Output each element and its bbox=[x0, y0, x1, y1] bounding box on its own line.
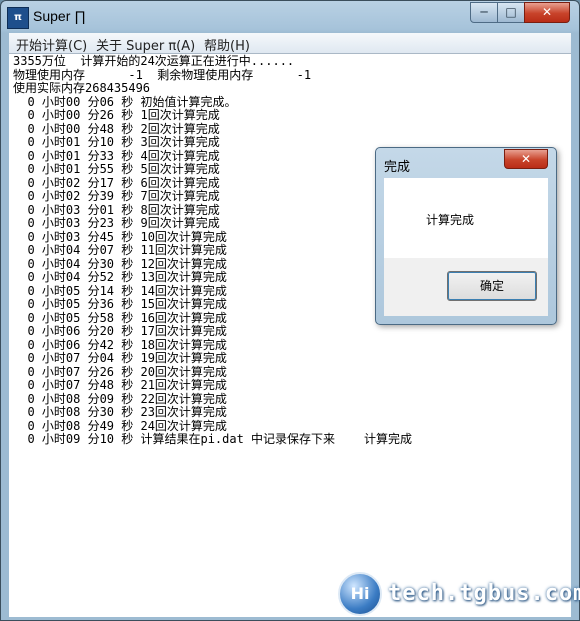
menu-about[interactable]: 关于 Super π(A) bbox=[96, 35, 195, 54]
menu-help[interactable]: 帮助(H) bbox=[204, 35, 250, 54]
log-line: 0 小时00 分26 秒 1回次计算完成 bbox=[13, 108, 220, 122]
log-line: 0 小时04 分30 秒 12回次计算完成 bbox=[13, 256, 227, 271]
log-line: 使用实际内存268435496 bbox=[13, 81, 151, 95]
completion-dialog: 完成 ✕ 计算完成 确定 bbox=[375, 147, 557, 325]
dialog-message: 计算完成 bbox=[426, 213, 475, 227]
log-line: 0 小时01 分10 秒 3回次计算完成 bbox=[13, 135, 220, 149]
log-line: 0 小时01 分33 秒 4回次计算完成 bbox=[13, 148, 220, 163]
log-line: 0 小时09 分10 秒 计算结果在pi.dat 中记录保存下来 计算完成 bbox=[13, 432, 412, 446]
log-line: 0 小时02 分39 秒 7回次计算完成 bbox=[13, 189, 220, 203]
log-line: 0 小时03 分23 秒 9回次计算完成 bbox=[13, 216, 220, 230]
log-line: 0 小时08 分09 秒 22回次计算完成 bbox=[13, 391, 227, 406]
log-line: 0 小时03 分01 秒 8回次计算完成 bbox=[13, 202, 220, 217]
window-title: Super ∏ bbox=[33, 8, 86, 24]
log-line: 0 小时00 分06 秒 初始值计算完成。 bbox=[13, 94, 237, 109]
log-line: 0 小时01 分55 秒 5回次计算完成 bbox=[13, 162, 220, 176]
watermark-text: tech.tgbus.com bbox=[388, 581, 580, 606]
log-line: 0 小时06 分42 秒 18回次计算完成 bbox=[13, 337, 227, 352]
dialog-title: 完成 bbox=[384, 160, 411, 175]
log-line: 0 小时07 分26 秒 20回次计算完成 bbox=[13, 364, 227, 379]
watermark-logo: Hi bbox=[338, 572, 382, 616]
menu-bar: 开始计算(C) 关于 Super π(A) 帮助(H) bbox=[9, 33, 571, 54]
log-line: 3355万位 计算开始的24次运算正在进行中...... bbox=[13, 54, 295, 68]
ok-button[interactable]: 确定 bbox=[447, 271, 537, 301]
log-line: 0 小时08 分49 秒 24回次计算完成 bbox=[13, 418, 227, 433]
log-line: 0 小时05 分14 秒 14回次计算完成 bbox=[13, 283, 227, 298]
log-line: 0 小时04 分52 秒 13回次计算完成 bbox=[13, 270, 227, 284]
close-button[interactable]: ✕ bbox=[524, 2, 570, 23]
dialog-body: 计算完成 bbox=[384, 178, 548, 258]
menu-start-calculation[interactable]: 开始计算(C) bbox=[16, 35, 87, 54]
log-line: 0 小时04 分07 秒 11回次计算完成 bbox=[13, 243, 227, 257]
log-line: 0 小时07 分04 秒 19回次计算完成 bbox=[13, 351, 227, 365]
dialog-close-button[interactable]: ✕ bbox=[504, 149, 548, 169]
log-line: 0 小时03 分45 秒 10回次计算完成 bbox=[13, 229, 227, 244]
watermark: Hi tech.tgbus.com bbox=[338, 572, 580, 616]
app-icon[interactable]: π bbox=[7, 7, 29, 29]
log-line: 0 小时00 分48 秒 2回次计算完成 bbox=[13, 121, 220, 136]
log-line: 0 小时05 分36 秒 15回次计算完成 bbox=[13, 297, 227, 311]
maximize-button[interactable]: □ bbox=[497, 2, 525, 23]
log-line: 0 小时08 分30 秒 23回次计算完成 bbox=[13, 405, 227, 419]
output-area: 3355万位 计算开始的24次运算正在进行中...... 物理使用内存 -1 剩余… bbox=[9, 53, 571, 617]
log-line: 0 小时06 分20 秒 17回次计算完成 bbox=[13, 324, 227, 338]
log-line: 物理使用内存 -1 剩余物理使用内存 -1 bbox=[13, 67, 312, 82]
title-bar[interactable]: π Super ∏ ─ □ ✕ bbox=[1, 1, 579, 33]
log-line: 0 小时05 分58 秒 16回次计算完成 bbox=[13, 310, 227, 325]
calculation-log: 3355万位 计算开始的24次运算正在进行中...... 物理使用内存 -1 剩余… bbox=[13, 54, 412, 447]
minimize-button[interactable]: ─ bbox=[470, 2, 498, 23]
log-line: 0 小时07 分48 秒 21回次计算完成 bbox=[13, 378, 227, 392]
log-line: 0 小时02 分17 秒 6回次计算完成 bbox=[13, 175, 220, 190]
